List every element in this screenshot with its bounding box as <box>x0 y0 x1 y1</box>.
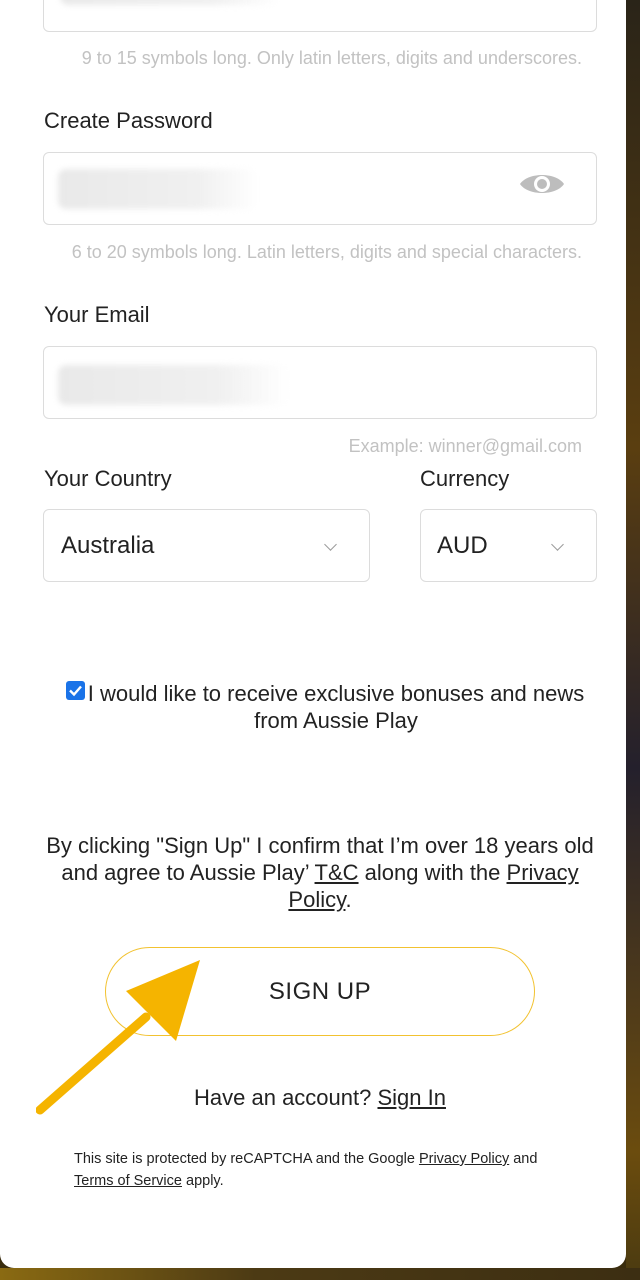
background-edge-bottom <box>0 1268 640 1280</box>
email-field[interactable] <box>43 346 597 419</box>
currency-label: Currency <box>420 466 510 491</box>
terms-middle: along with the <box>358 860 507 885</box>
currency-selected-value: AUD <box>437 532 488 559</box>
tc-link[interactable]: T&C <box>315 860 359 885</box>
email-label: Your Email <box>44 302 150 327</box>
terms-suffix: . <box>345 887 352 912</box>
sign-in-link[interactable]: Sign In <box>377 1085 446 1110</box>
currency-select[interactable]: AUD <box>420 509 597 582</box>
google-privacy-policy-link[interactable]: Privacy Policy <box>419 1151 509 1167</box>
sign-in-prompt: Have an account? Sign In <box>0 1084 626 1112</box>
terms-notice: By clicking "Sign Up" I confirm that I’m… <box>40 832 600 913</box>
background-edge-right <box>626 0 640 1280</box>
bonuses-consent-label[interactable]: I would like to receive exclusive bonuse… <box>86 680 586 734</box>
recaptcha-notice: This site is protected by reCAPTCHA and … <box>74 1148 554 1192</box>
country-label: Your Country <box>44 466 172 491</box>
country-select[interactable]: Australia <box>43 509 370 582</box>
sign-up-button-label: SIGN UP <box>268 977 372 1005</box>
signup-modal: 9 to 15 symbols long. Only latin letters… <box>0 0 626 1268</box>
password-hint: 6 to 20 symbols long. Latin letters, dig… <box>71 242 582 262</box>
email-field-blurred-value <box>58 365 288 405</box>
eye-icon[interactable] <box>518 168 566 200</box>
recaptcha-suffix: apply. <box>181 1173 224 1189</box>
recaptcha-prefix: This site is protected by reCAPTCHA and … <box>74 1151 419 1167</box>
google-terms-of-service-link[interactable]: Terms of Service <box>74 1173 182 1189</box>
username-hint: 9 to 15 symbols long. Only latin letters… <box>81 48 582 68</box>
checkmark-icon <box>69 685 82 697</box>
chevron-down-icon <box>324 538 337 551</box>
password-label: Create Password <box>44 108 213 133</box>
password-field-blurred-value <box>58 169 258 209</box>
email-hint: Example: winner@gmail.com <box>348 436 582 456</box>
username-field[interactable] <box>43 0 597 32</box>
sign-in-question: Have an account? <box>194 1085 378 1110</box>
chevron-down-icon <box>551 538 564 551</box>
country-selected-value: Australia <box>61 532 155 559</box>
recaptcha-middle: and <box>509 1151 538 1167</box>
password-field[interactable] <box>43 152 597 225</box>
bonuses-consent-checkbox[interactable] <box>66 681 85 700</box>
username-field-blurred-value <box>60 0 280 5</box>
